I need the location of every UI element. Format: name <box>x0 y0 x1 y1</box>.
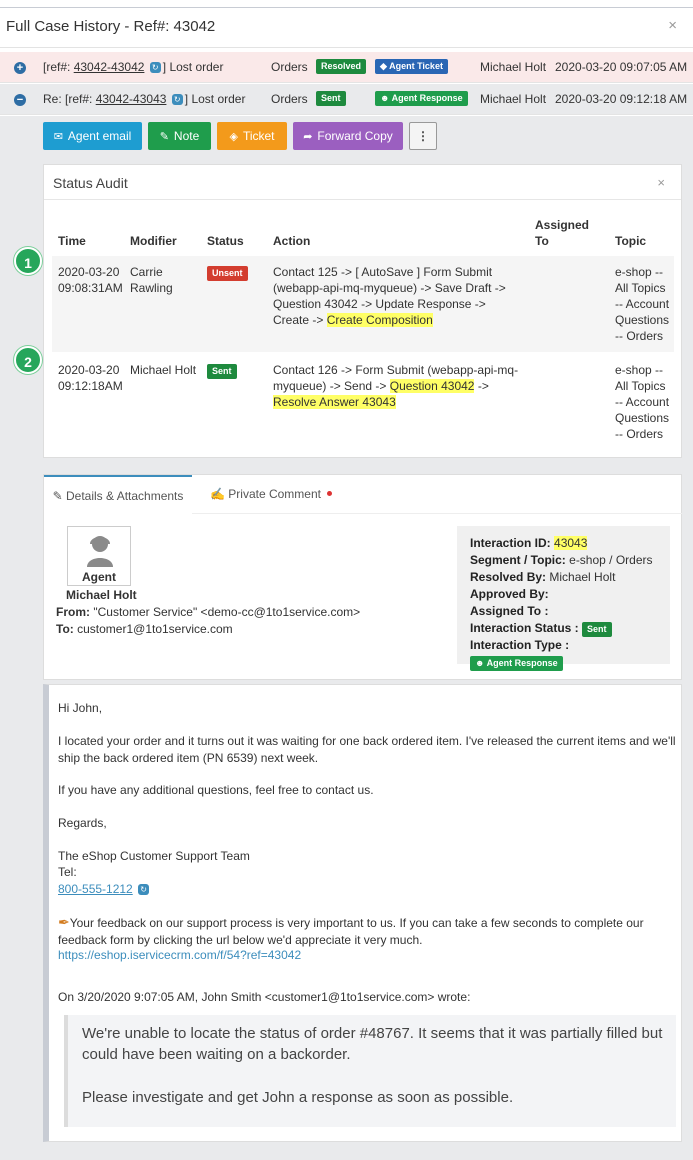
collapse-icon[interactable]: − <box>14 94 26 106</box>
sync-icon[interactable]: ↻ <box>138 884 150 895</box>
status-badge: Sent <box>207 364 237 379</box>
row-topic: e-shop -- All Topics -- Account Question… <box>615 265 670 343</box>
row-action: Contact 125 -> [ AutoSave ] Form Submit … <box>273 265 506 327</box>
quote-header: On 3/20/2020 9:07:05 AM, John Smith <cus… <box>58 990 471 1004</box>
message-body: Hi John, I located your order and it tur… <box>43 684 682 1142</box>
status-badge: Sent <box>316 91 346 106</box>
dialog-title: Full Case History - Ref#: 43042 <box>6 18 216 35</box>
feedback-link[interactable]: https://eshop.iservicecrm.com/f/54?ref=4… <box>58 948 301 962</box>
table-row: 2020-03-20 09:12:18AM Michael Holt Sent C… <box>52 354 674 450</box>
close-icon[interactable]: × <box>668 17 677 34</box>
type-badge: ◆ Agent Ticket <box>375 59 448 74</box>
dialog-header: Full Case History - Ref#: 43042 × <box>0 8 693 48</box>
step-marker-2: 2 <box>14 346 42 374</box>
case-datetime: 2020-03-20 09:07:05 AM <box>555 60 688 74</box>
case-ref-link[interactable]: 43042-43042 <box>74 60 145 74</box>
case-row-1[interactable]: + [ref#: 43042-43042 ↻] Lost order Order… <box>0 52 693 83</box>
status-badge: Sent <box>582 622 612 637</box>
email-headers: From: "Customer Service" <demo-cc@1to1se… <box>56 605 361 636</box>
pen-icon: ✒ <box>58 914 70 930</box>
case-subject: Re: [ref#: 43042-43043 ↻] Lost order <box>43 92 246 106</box>
agent-name: Michael Holt <box>66 588 137 602</box>
tab-details[interactable]: ✎ Details & Attachments <box>44 475 192 513</box>
agent-icon: ☻ <box>475 658 487 668</box>
phone-link[interactable]: 800-555-1212 <box>58 882 133 896</box>
row-time: 2020-03-20 09:12:18AM <box>58 363 123 393</box>
quoted-message: We're unable to locate the status of ord… <box>64 1015 676 1127</box>
col-modifier: Modifier <box>130 234 177 248</box>
status-badge: Unsent <box>207 266 248 281</box>
case-queue: Orders <box>271 60 308 74</box>
avatar: Agent <box>67 526 131 586</box>
details-panel: ✎ Details & Attachments ✍ Private Commen… <box>43 474 682 680</box>
step-marker-1: 1 <box>14 247 42 275</box>
sync-icon[interactable]: ↻ <box>171 94 183 105</box>
col-time: Time <box>58 234 86 248</box>
agent-avatar-icon <box>87 536 113 567</box>
col-assigned: Assigned To <box>535 218 590 248</box>
tag-icon: ◈ <box>229 131 238 143</box>
table-row: 2020-03-20 09:08:31AM Carrie Rawling Unse… <box>52 256 674 352</box>
status-badge: Resolved <box>316 59 367 74</box>
row-modifier: Carrie Rawling <box>130 265 173 295</box>
panel-title: Status Audit <box>53 175 128 191</box>
tab-private-comment[interactable]: ✍ Private Comment <box>210 475 332 513</box>
col-topic: Topic <box>615 234 647 248</box>
ticket-button[interactable]: ◈ Ticket <box>217 122 287 150</box>
row-time: 2020-03-20 09:08:31AM <box>58 265 123 295</box>
col-action: Action <box>273 234 311 248</box>
note-button[interactable]: ✎ Note <box>148 122 211 150</box>
close-icon[interactable]: × <box>657 175 665 190</box>
row-action: Contact 126 -> Form Submit (webapp-api-m… <box>273 363 519 409</box>
case-subject: [ref#: 43042-43042 ↻] Lost order <box>43 60 224 74</box>
case-ref-link[interactable]: 43042-43043 <box>96 92 167 106</box>
more-options-button[interactable]: ⋮ <box>409 122 437 150</box>
agent-email-button[interactable]: ✉ Agent email <box>43 122 142 150</box>
agent-icon: ☻ <box>380 93 392 103</box>
unread-dot <box>326 491 332 496</box>
case-queue: Orders <box>271 92 308 106</box>
tag-icon: ◆ <box>380 61 390 71</box>
envelope-icon: ✉ <box>53 131 63 143</box>
case-row-2[interactable]: − Re: [ref#: 43042-43043 ↻] Lost order O… <box>0 84 693 115</box>
pencil-square-icon: ✎ <box>159 131 169 143</box>
case-agent: Michael Holt <box>480 92 547 106</box>
type-badge: ☻ Agent Response <box>375 91 468 106</box>
case-agent: Michael Holt <box>480 60 547 74</box>
status-audit-panel: Status Audit × Time Modifier Status Acti… <box>43 164 682 458</box>
interaction-info: Interaction ID: 43043 Segment / Topic: e… <box>457 526 670 671</box>
sync-icon[interactable]: ↻ <box>149 62 161 73</box>
interaction-id: 43043 <box>554 536 588 550</box>
paperclip-icon: ✎ <box>52 489 66 503</box>
forward-copy-button[interactable]: ➦ Forward Copy <box>293 122 403 150</box>
feedback-text: ✒Your feedback on our support process is… <box>58 914 644 947</box>
type-badge: ☻ Agent Response <box>470 656 563 671</box>
row-modifier: Michael Holt <box>130 363 197 377</box>
col-status: Status <box>207 234 244 248</box>
expand-icon[interactable]: + <box>14 62 26 74</box>
edit-icon: ✍ <box>210 487 229 501</box>
case-datetime: 2020-03-20 09:12:18 AM <box>555 92 688 106</box>
row-topic: e-shop -- All Topics -- Account Question… <box>615 363 670 441</box>
share-icon: ➦ <box>303 131 313 143</box>
